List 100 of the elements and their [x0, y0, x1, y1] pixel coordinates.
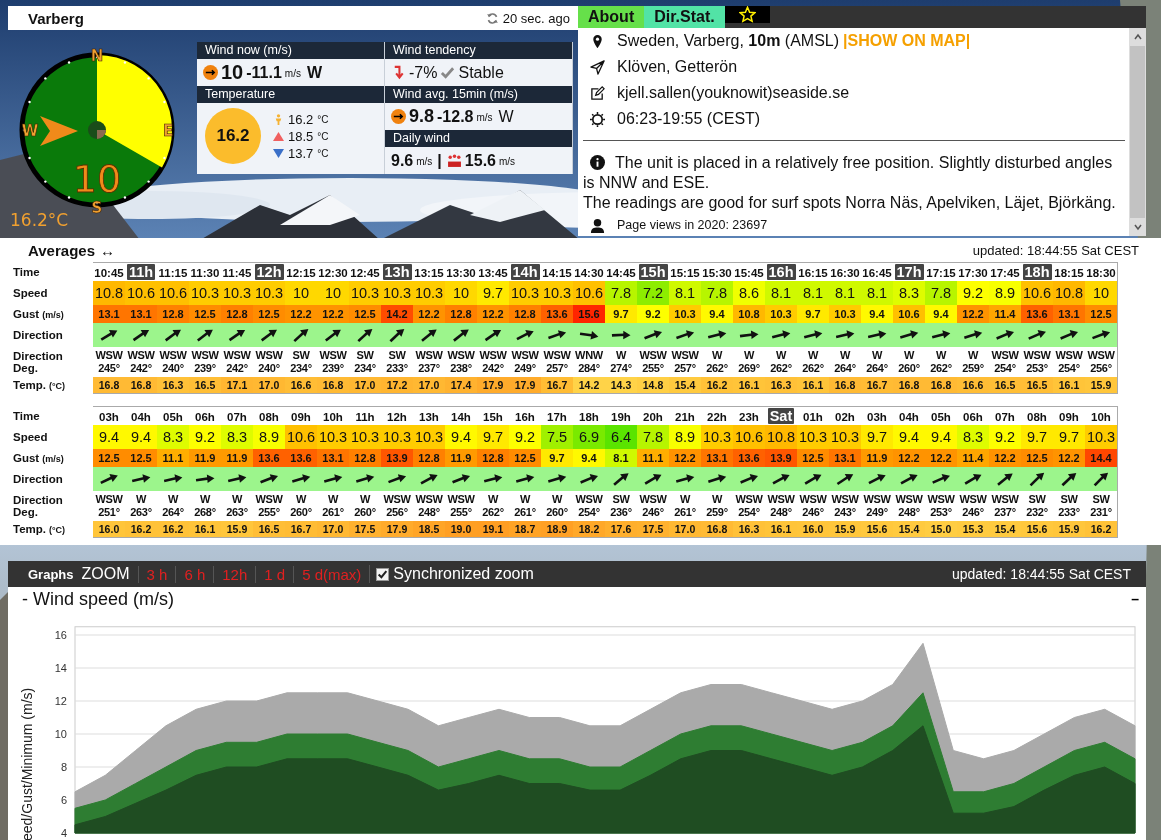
table-cell: 12.2: [957, 305, 989, 323]
table-cell: 11.4: [957, 449, 989, 467]
time-label: 17h: [894, 264, 924, 280]
zoom-option[interactable]: 12h: [213, 565, 256, 583]
direction-label: W: [358, 493, 372, 506]
degree-value: 255°: [449, 506, 473, 519]
tab[interactable]: [724, 6, 770, 23]
checkbox[interactable]: [376, 567, 390, 581]
show-on-map-link[interactable]: |SHOW ON MAP|: [843, 32, 971, 50]
degree-value: 246°: [641, 506, 665, 519]
direction-label: W: [134, 493, 148, 506]
table-cell: 8.1: [829, 281, 861, 305]
time-label: 18h: [579, 411, 599, 423]
page-views: Page views in 2020: 23697: [617, 218, 768, 232]
table-cell: 16.5: [189, 377, 221, 394]
table-cell: 17.0: [317, 521, 349, 538]
time-label: 14:30: [574, 267, 604, 279]
table-cell: 13.6: [541, 305, 573, 323]
degree-value: 251°: [97, 506, 121, 519]
expand-arrows-icon[interactable]: ↔: [100, 241, 115, 259]
table-cell: 16.6: [285, 377, 317, 394]
table-cell: 13.1: [701, 449, 733, 467]
table-cell: 12.8: [221, 305, 253, 323]
degree-value: 240°: [257, 362, 281, 375]
direction-arrow-icon: [194, 473, 216, 485]
unit: °C: [317, 147, 329, 159]
time-label: 05h: [163, 411, 183, 423]
table-cell: 13.9: [381, 449, 413, 467]
panel-header: Daily wind: [385, 130, 572, 147]
table-cell: 16.8: [93, 377, 125, 394]
unit: (°C): [49, 525, 66, 536]
degree-value: 246°: [801, 506, 825, 519]
direction-label: WSW: [126, 349, 156, 362]
zoom-option[interactable]: 5 d(max): [293, 565, 370, 583]
table-cell: 16.5: [253, 521, 285, 538]
compass-letter: N: [90, 47, 104, 65]
row-label: Temp.: [13, 523, 46, 536]
direction-label: WSW: [318, 349, 348, 362]
table-cell: 18.7: [509, 521, 541, 538]
table-cell: 16.1: [733, 377, 765, 394]
scrollbar-thumb[interactable]: [1130, 46, 1145, 218]
degree-value: 243°: [833, 506, 857, 519]
wind-direction: W: [498, 107, 514, 126]
direction-label: WSW: [830, 493, 860, 506]
degree-value: 256°: [1089, 362, 1113, 375]
wind-max: -11.1: [246, 63, 282, 82]
table-cell: 8.9: [253, 425, 285, 449]
time-label: 15:30: [702, 267, 732, 279]
scrollbar[interactable]: [1129, 28, 1146, 236]
unit: m/s: [416, 156, 433, 167]
table-cell: 10.6: [285, 425, 317, 449]
daily-max: 15.6: [464, 151, 496, 170]
refresh-icon[interactable]: [485, 11, 499, 25]
time-label: 09h: [291, 411, 311, 423]
wind-direction: W: [306, 63, 323, 82]
direction-arrow-icon: [706, 472, 728, 486]
table-cell: 10.3: [701, 425, 733, 449]
panel-header: Wind now (m/s): [197, 42, 384, 59]
zoom-option[interactable]: 3 h: [137, 565, 176, 583]
table-cell: 10: [317, 281, 349, 305]
table-cell: 10.6: [157, 281, 189, 305]
degree-value: 255°: [257, 506, 281, 519]
check-icon: [440, 65, 456, 80]
scroll-down-icon[interactable]: [1132, 222, 1143, 232]
time-label: 14h: [451, 411, 471, 423]
degree-value: 264°: [833, 362, 857, 375]
table-cell: 10.3: [797, 425, 829, 449]
tab[interactable]: Dir.Stat.: [644, 6, 725, 28]
table-cell: 10.3: [829, 425, 861, 449]
zoom-option[interactable]: 1 d: [255, 565, 294, 583]
degree-value: 234°: [353, 362, 377, 375]
degree-value: 263°: [225, 506, 249, 519]
degree-value: 255°: [641, 362, 665, 375]
table-cell: 15.9: [1085, 377, 1118, 394]
degree-value: 234°: [289, 362, 313, 375]
table-cell: 9.2: [637, 305, 669, 323]
unit: m/s: [476, 112, 493, 123]
table-cell: 9.4: [925, 305, 957, 323]
time-label: 08h: [1027, 411, 1047, 423]
table-cell: 11.9: [445, 449, 477, 467]
time-label: 13:15: [414, 267, 444, 279]
time-label: 18:15: [1054, 267, 1084, 279]
unit: °C: [317, 130, 329, 142]
degree-value: 261°: [321, 506, 345, 519]
tab[interactable]: About: [578, 6, 645, 28]
compass-letter: S: [91, 199, 103, 217]
table-cell: 10.6: [573, 281, 605, 305]
zoom-option[interactable]: 6 h: [175, 565, 214, 583]
row-label: Direction Deg.: [13, 494, 63, 518]
degree-value: 257°: [545, 362, 569, 375]
direction-label: WSW: [862, 493, 892, 506]
table-cell: 16.6: [957, 377, 989, 394]
checkbox-label: Synchronized zoom: [393, 565, 534, 583]
scroll-up-icon[interactable]: [1132, 32, 1143, 42]
direction-arrow-icon: [930, 471, 952, 487]
direction-label: WSW: [638, 493, 668, 506]
table-cell: 13.6: [253, 449, 285, 467]
separator: |: [437, 151, 442, 170]
table-cell: 12.8: [157, 305, 189, 323]
table-cell: 10.3: [765, 305, 797, 323]
